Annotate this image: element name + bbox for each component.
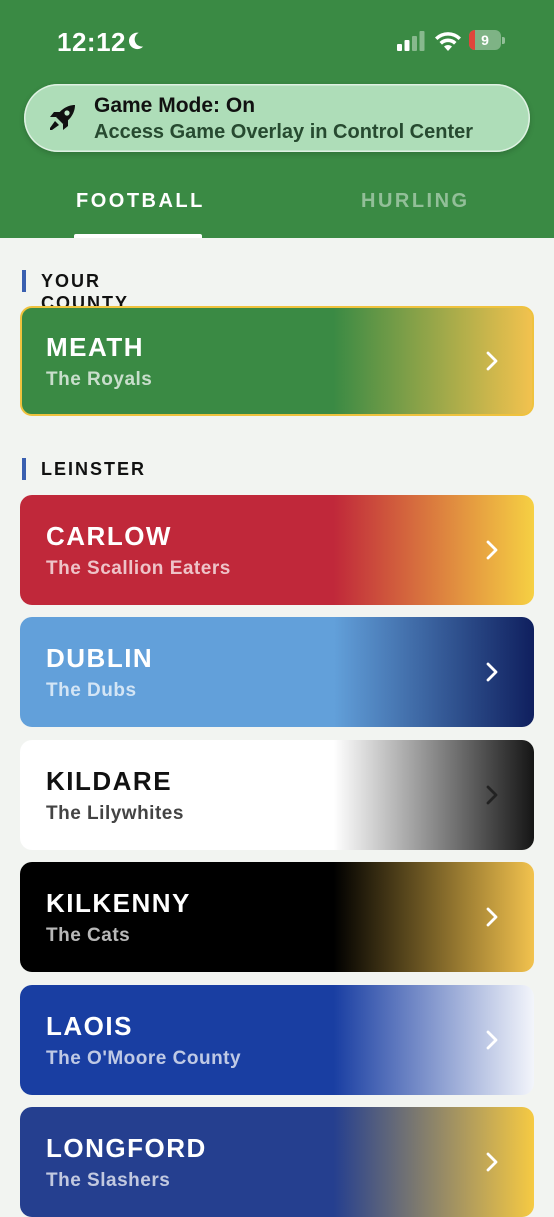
- county-card-meath[interactable]: MEATH The Royals: [20, 306, 534, 416]
- rocket-icon: [50, 105, 75, 130]
- banner-subtitle: Access Game Overlay in Control Center: [94, 121, 474, 143]
- tab-hurling[interactable]: HURLING: [361, 190, 470, 238]
- county-nickname: The Royals: [46, 369, 153, 390]
- county-nickname: The Dubs: [46, 680, 137, 701]
- chevron-right-icon: [486, 1152, 498, 1172]
- county-name: LONGFORD: [46, 1133, 207, 1163]
- chevron-right-icon: [486, 662, 498, 682]
- moon-icon: [128, 32, 144, 50]
- status-bar: 12:12 9: [0, 0, 554, 80]
- county-nickname: The Lilywhites: [46, 803, 184, 824]
- county-name: KILKENNY: [46, 888, 191, 918]
- chevron-right-icon: [486, 907, 498, 927]
- county-nickname: The Scallion Eaters: [46, 558, 231, 579]
- battery-cap: [502, 37, 505, 44]
- chevron-right-icon: [486, 1030, 498, 1050]
- section-accent-bar: [22, 270, 26, 292]
- county-card-kildare[interactable]: KILDARE The Lilywhites: [20, 740, 534, 850]
- county-name: KILDARE: [46, 766, 173, 796]
- chevron-right-icon: [486, 785, 498, 805]
- banner-title: Game Mode: On: [94, 94, 256, 117]
- county-nickname: The Cats: [46, 925, 131, 946]
- game-mode-banner[interactable]: Game Mode: On Access Game Overlay in Con…: [24, 84, 530, 152]
- section-title: LEINSTER: [41, 459, 147, 479]
- status-time: 12:12: [57, 27, 126, 57]
- county-nickname: The Slashers: [46, 1170, 171, 1191]
- chevron-right-icon: [486, 351, 498, 371]
- cellular-signal-icon: [397, 31, 425, 51]
- battery-level: 9: [481, 32, 489, 48]
- county-card-carlow[interactable]: CARLOW The Scallion Eaters: [20, 495, 534, 605]
- battery-body: 9: [469, 30, 501, 50]
- county-card-dublin[interactable]: DUBLIN The Dubs: [20, 617, 534, 727]
- county-card-longford[interactable]: LONGFORD The Slashers: [20, 1107, 534, 1217]
- tab-active-indicator: [74, 234, 202, 238]
- county-name: LAOIS: [46, 1011, 133, 1041]
- tab-football[interactable]: FOOTBALL: [76, 190, 205, 238]
- county-card-laois[interactable]: LAOIS The O'Moore County: [20, 985, 534, 1095]
- wifi-icon: [435, 32, 461, 51]
- county-name: CARLOW: [46, 521, 172, 551]
- county-card-kilkenny[interactable]: KILKENNY The Cats: [20, 862, 534, 972]
- county-name: MEATH: [46, 332, 145, 362]
- chevron-right-icon: [486, 540, 498, 560]
- app-header: 12:12 9 Game Mode: On Access Game Overla…: [0, 0, 554, 238]
- battery-icon: 9: [469, 30, 505, 50]
- county-nickname: The O'Moore County: [46, 1048, 242, 1069]
- section-accent-bar: [22, 458, 26, 480]
- county-name: DUBLIN: [46, 643, 154, 673]
